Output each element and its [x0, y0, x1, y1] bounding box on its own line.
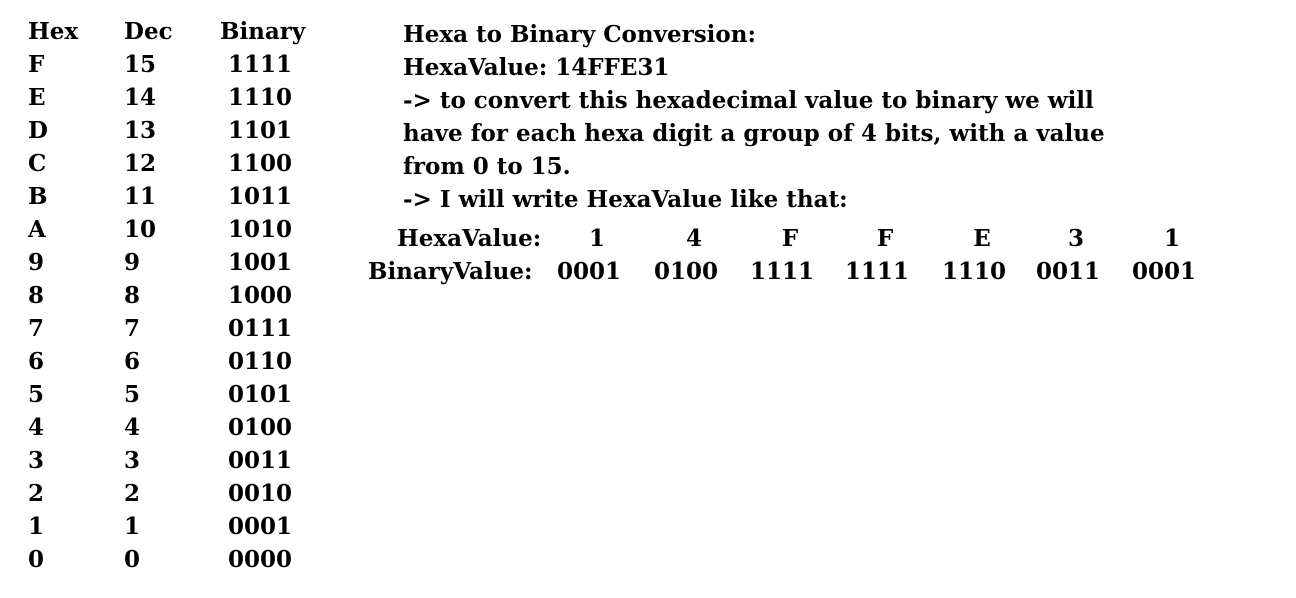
- explanation-line-4: -> I will write HexaValue like that:: [403, 186, 848, 213]
- cell-binary: 0001: [228, 513, 293, 540]
- hexa-digit: 4: [685, 225, 702, 252]
- cell-dec: 2: [124, 480, 141, 507]
- cell-hex: 0: [28, 546, 45, 573]
- header-dec: Dec: [124, 18, 173, 45]
- binary-group: 1111: [749, 258, 814, 285]
- cell-dec: 3: [124, 447, 141, 474]
- cell-binary: 1011: [228, 183, 293, 210]
- cell-hex: 3: [28, 447, 45, 474]
- cell-hex: F: [28, 51, 45, 78]
- explanation-line-1: -> to convert this hexadecimal value to …: [403, 87, 1094, 114]
- explanation-text: Hexa to Binary Conversion: HexaValue: 14…: [403, 18, 1105, 216]
- binary-group: 1110: [941, 258, 1006, 285]
- cell-dec: 1: [124, 513, 141, 540]
- cell-dec: 7: [124, 315, 141, 342]
- cell-binary: 1100: [228, 150, 293, 177]
- explanation-line-2: have for each hexa digit a group of 4 bi…: [403, 120, 1105, 147]
- hexa-digit: E: [973, 225, 991, 252]
- cell-dec: 11: [124, 183, 157, 210]
- hexa-value-label: HexaValue:: [397, 225, 542, 252]
- binary-group: 1111: [844, 258, 909, 285]
- cell-dec: 13: [124, 117, 157, 144]
- cell-binary: 1111: [228, 51, 293, 78]
- conversion-table: HexaValue: 1 4 F F E 3 1 BinaryValue: 0001 0100…: [0, 222, 1296, 288]
- cell-binary: 0011: [228, 447, 293, 474]
- explanation-title: Hexa to Binary Conversion:: [403, 21, 756, 48]
- hexa-digit: F: [781, 225, 799, 252]
- cell-binary: 1101: [228, 117, 293, 144]
- binary-value-label: BinaryValue:: [368, 258, 533, 285]
- hexa-value-row: HexaValue: 1 4 F F E 3 1: [0, 222, 1296, 255]
- cell-hex: 1: [28, 513, 45, 540]
- cell-dec: 0: [124, 546, 141, 573]
- cell-hex: D: [28, 117, 48, 144]
- cell-dec: 5: [124, 381, 141, 408]
- binary-group: 0001: [1131, 258, 1196, 285]
- hexa-digit: 3: [1067, 225, 1084, 252]
- cell-hex: C: [28, 150, 47, 177]
- hexa-digit: 1: [588, 225, 605, 252]
- cell-dec: 4: [124, 414, 141, 441]
- header-hex: Hex: [28, 18, 79, 45]
- binary-group: 0001: [556, 258, 621, 285]
- cell-hex: 7: [28, 315, 45, 342]
- cell-binary: 0111: [228, 315, 293, 342]
- cell-binary: 0101: [228, 381, 293, 408]
- hexa-digit: 1: [1163, 225, 1180, 252]
- cell-dec: 14: [124, 84, 157, 111]
- cell-hex: B: [28, 183, 48, 210]
- cell-binary: 1110: [228, 84, 293, 111]
- cell-binary: 0110: [228, 348, 293, 375]
- binary-value-row: BinaryValue: 0001 0100 1111 1111 1110 0011 000…: [0, 255, 1296, 288]
- cell-dec: 6: [124, 348, 141, 375]
- explanation-line-3: from 0 to 15.: [403, 153, 571, 180]
- binary-group: 0011: [1035, 258, 1100, 285]
- hexa-value-line: HexaValue: 14FFE31: [403, 54, 670, 81]
- cell-hex: E: [28, 84, 46, 111]
- cell-binary: 0010: [228, 480, 293, 507]
- cell-hex: 5: [28, 381, 45, 408]
- cell-hex: 2: [28, 480, 45, 507]
- binary-group: 0100: [653, 258, 718, 285]
- header-binary: Binary: [220, 18, 306, 45]
- cell-hex: 6: [28, 348, 45, 375]
- cell-hex: 4: [28, 414, 45, 441]
- cell-dec: 15: [124, 51, 157, 78]
- cell-binary: 0100: [228, 414, 293, 441]
- cell-binary: 0000: [228, 546, 293, 573]
- hexa-digit: F: [876, 225, 894, 252]
- cell-dec: 12: [124, 150, 157, 177]
